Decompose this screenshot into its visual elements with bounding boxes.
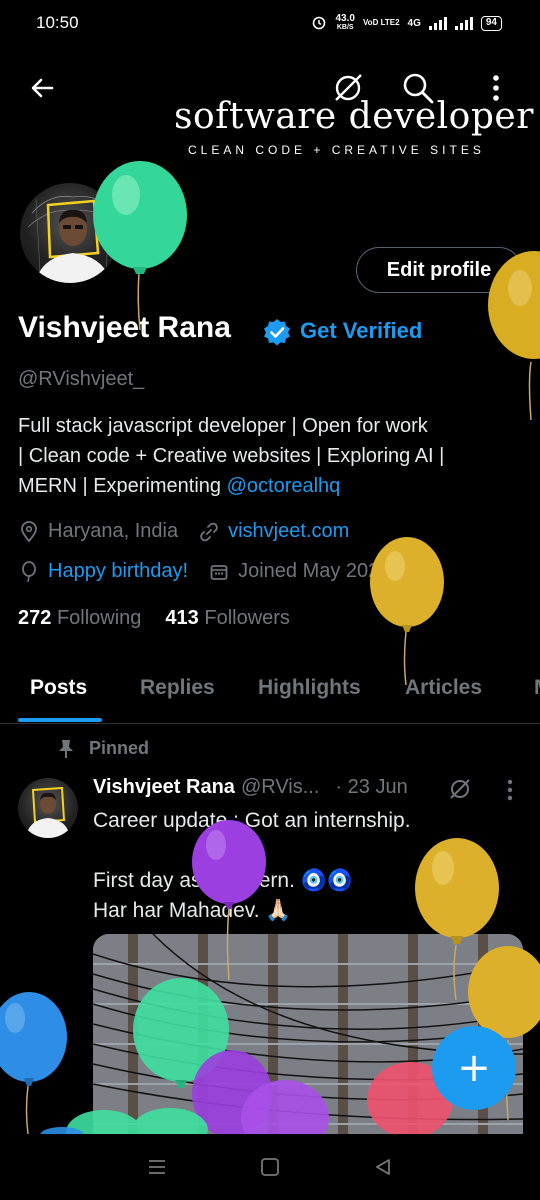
profile-avatar[interactable] [17,180,123,286]
tab-articles[interactable]: Articles [405,676,482,700]
more-vertical-icon [493,75,499,101]
status-bar: 10:50 43.0 KB/S VoD LTE2 4G 94 [0,0,540,46]
status-time: 10:50 [36,13,79,32]
tweet-date[interactable]: · 23 Jun [335,776,407,799]
tweet-author-name[interactable]: Vishvjeet Rana [93,776,235,799]
tweet-text: Career update : Got an internship. First… [93,806,411,926]
bio-line: MERN | Experimenting @octorealhq [18,475,341,497]
system-nav-bar [0,1134,540,1200]
profile-bio: Full stack javascript developer | Open f… [18,411,518,501]
grok-button[interactable] [330,70,366,106]
status-icons: 43.0 KB/S VoD LTE2 4G 94 [311,14,502,33]
tweet-header: Vishvjeet Rana @RVis... · 23 Jun [93,776,408,799]
search-button[interactable] [400,70,436,106]
back-nav-button[interactable] [361,1145,405,1189]
banner-subtitle: CLEAN CODE + CREATIVE SITES [188,143,485,157]
following-link[interactable]: 272 Following [18,607,141,630]
tab-highlights[interactable]: Highlights [258,676,361,700]
pinned-label: Pinned [57,738,149,759]
more-button[interactable] [478,70,514,106]
home-square-icon [261,1158,279,1176]
signal-icon [428,16,447,30]
profile-name: Vishvjeet Rana [18,311,231,344]
pin-icon [59,739,73,758]
balloon-icon [18,560,40,583]
profile-location: Haryana, India [48,520,179,542]
signal-icon-2 [454,16,473,30]
tweet-line: Career update : Got an internship. [93,809,411,832]
home-button[interactable] [248,1145,292,1189]
tab-media[interactable]: M [534,676,540,700]
profile-meta-row-1: Haryana, India vishvjeet.com [18,520,349,543]
compose-post-button[interactable]: + [432,1026,516,1110]
get-verified-link[interactable]: Get Verified [300,318,422,344]
follow-stats: 272 Following 413 Followers [18,607,290,630]
profile-joined: Joined May 2024 [238,560,391,582]
active-tab-indicator [18,718,102,722]
bio-line: Full stack javascript developer | Open f… [18,415,428,437]
tweet-line: First day as an intern. 🧿🧿 [93,869,354,892]
back-triangle-icon [376,1159,391,1175]
verified-badge-icon[interactable] [262,317,292,347]
bio-line: | Clean code + Creative websites | Explo… [18,445,445,467]
profile-meta-row-2: Happy birthday! Joined May 2024 [18,560,390,583]
alarm-icon [311,14,327,33]
battery-icon: 94 [480,15,502,31]
tweet-line: Har har Mahadev. 🙏🏻 [93,899,292,922]
profile-website-link[interactable]: vishvjeet.com [228,520,349,543]
followers-link[interactable]: 413 Followers [165,607,290,630]
link-icon [198,521,220,543]
edit-profile-button[interactable]: Edit profile [356,247,522,293]
arrow-left-icon [31,78,54,98]
profile-birthday[interactable]: Happy birthday! [48,560,188,583]
balloon-blue-1 [0,992,67,1135]
avatar-photo [27,195,120,283]
bio-mention-link[interactable]: @octorealhq [227,475,341,497]
slash-circle-icon [335,74,362,101]
recent-apps-button[interactable] [135,1145,179,1189]
grok-tweet-icon[interactable] [448,777,472,801]
volte-indicator: VoD LTE2 [362,18,400,27]
tab-posts[interactable]: Posts [30,676,87,700]
calendar-icon [208,561,230,583]
tab-replies[interactable]: Replies [140,676,215,700]
tweet-author-avatar[interactable] [18,778,78,838]
search-icon [403,73,434,104]
profile-tabs: Posts Replies Highlights Articles M [0,672,540,724]
menu-icon [148,1160,165,1174]
tweet-more-icon[interactable] [506,779,514,801]
avatar-photo [26,786,70,838]
tweet-author-handle[interactable]: @RVis... [241,776,319,799]
net-speed: 43.0 KB/S [335,13,355,32]
profile-handle: @RVishvjeet_ [18,368,145,390]
back-button[interactable] [24,70,60,106]
location-pin-icon [18,520,40,543]
network-type: 4G [407,17,421,29]
